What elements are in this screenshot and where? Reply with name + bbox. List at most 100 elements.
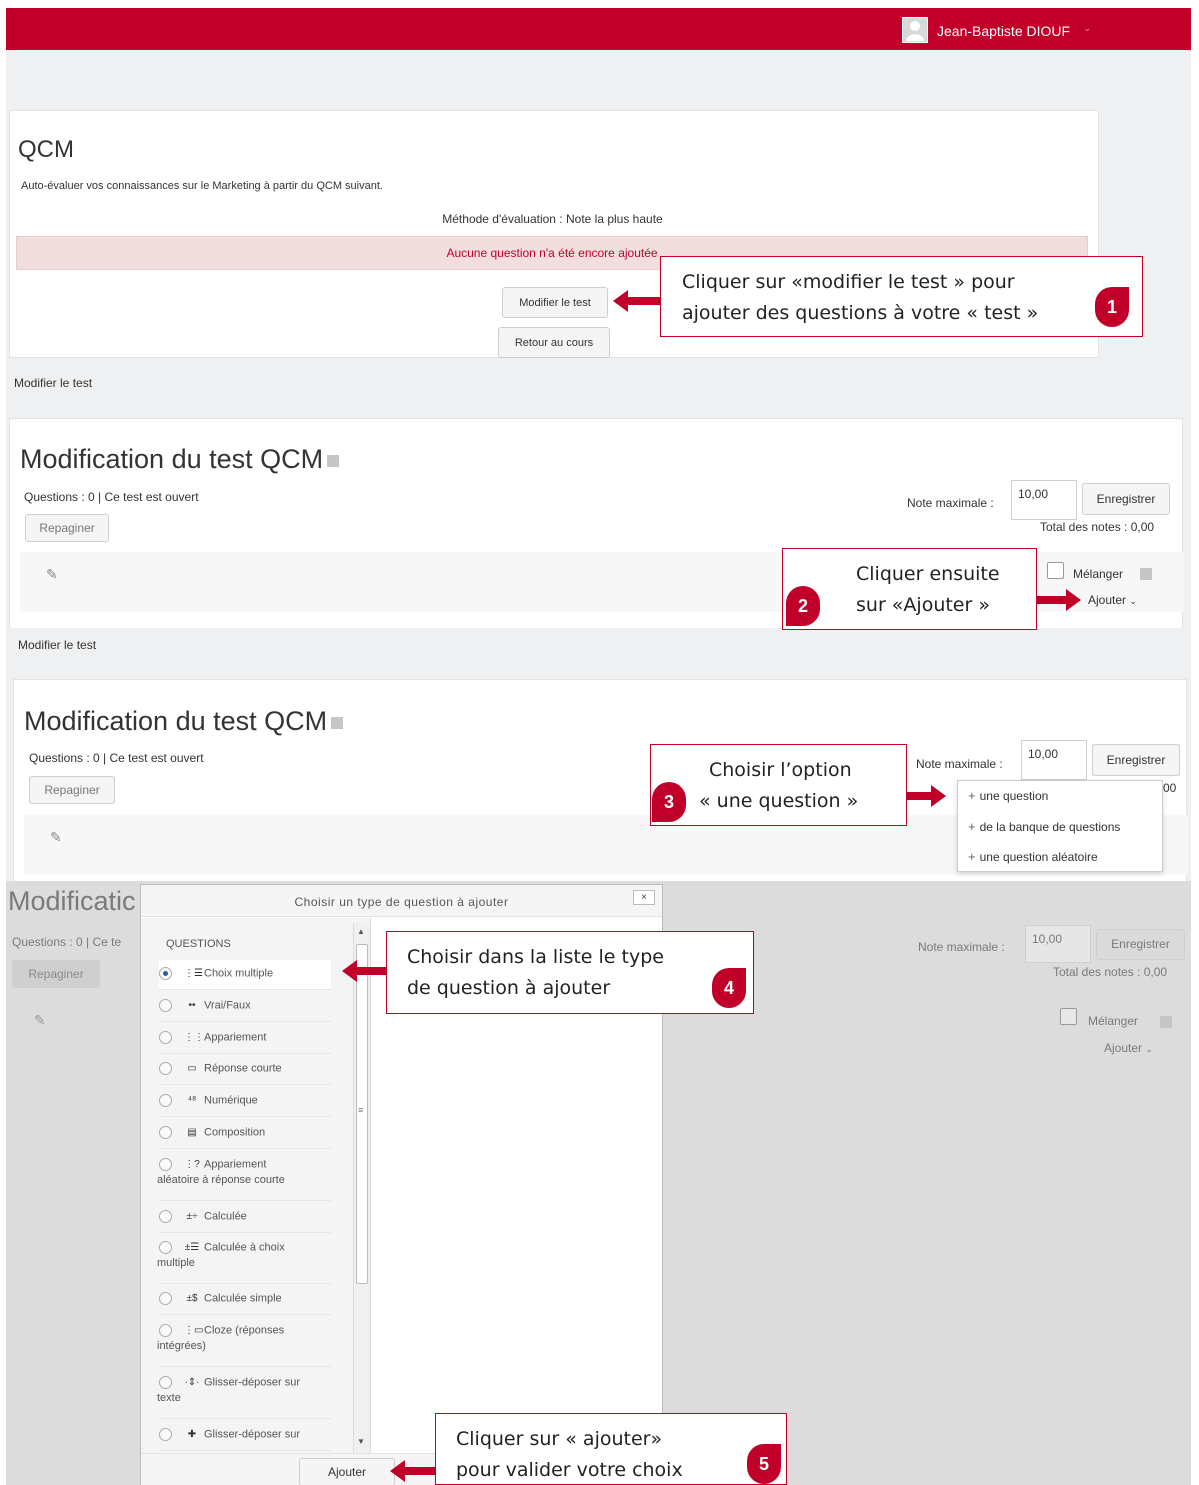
ddwtos-icon: ·⇕· [184,1377,200,1388]
pencil-icon: ✎ [34,1012,46,1028]
max-grade-input[interactable]: 10,00 [1021,740,1087,780]
question-type-label: Cloze (réponses [204,1324,285,1337]
questions-info-dimmed: Questions : 0 | Ce te [12,935,122,949]
question-type-radio[interactable] [159,1158,172,1171]
question-type-option[interactable]: ±÷ Calculée [159,1203,331,1233]
user-avatar-icon[interactable] [902,17,928,43]
question-type-label: Calculée à choix [204,1241,285,1254]
shuffle-label: Mélanger [1073,567,1124,581]
repaginate-button[interactable]: Repaginer [29,776,115,804]
grip-icon: ≡ [358,1105,364,1115]
question-type-label: Numérique [204,1094,258,1107]
question-type-label: Vrai/Faux [204,999,251,1012]
help-icon[interactable] [327,454,340,467]
add-dropdown-menu: + une question + de la banque de questions… [957,780,1163,872]
list-scrollbar[interactable]: ▲ ≡ ▼ [353,923,370,1453]
questions-section-header: QUESTIONS [166,938,231,950]
arrow-icon [613,290,661,312]
save-button[interactable]: Enregistrer [1082,483,1170,515]
save-button-dimmed: Enregistrer [1096,929,1185,960]
shuffle-checkbox[interactable] [1047,562,1064,579]
breadcrumb[interactable]: Modifier le test [18,638,96,652]
question-type-radio[interactable] [159,1292,172,1305]
question-type-radio[interactable] [159,1428,172,1441]
arrow-icon [907,785,946,807]
question-type-label: Calculée simple [204,1292,282,1305]
question-type-option[interactable]: ±☰ Calculée à choix multiple [157,1234,331,1284]
back-to-course-button[interactable]: Retour au cours [498,327,610,358]
question-type-radio[interactable] [159,967,172,980]
breadcrumb[interactable]: Modifier le test [14,376,92,390]
pencil-icon[interactable]: ✎ [50,829,62,846]
question-type-label-continued: texte [157,1392,181,1404]
repaginate-button-dimmed: Repaginer [12,960,100,988]
step-badge-3: 3 [652,782,686,822]
repaginate-button[interactable]: Repaginer [25,514,109,542]
question-type-option[interactable]: ·⇕· Glisser-déposer sur texte [157,1369,331,1419]
question-type-radio[interactable] [159,1062,172,1075]
user-menu-caret-icon[interactable]: ⌄ [1083,23,1091,34]
edit-quiz-button[interactable]: Modifier le test [502,287,608,318]
question-type-label: Glisser-déposer sur [204,1428,300,1441]
arrow-icon [342,960,387,982]
shuffle-help-icon [1160,1016,1172,1028]
calculated-icon: ±÷ [186,1211,198,1222]
callout-step-4: Choisir dans la liste le type de questio… [386,931,754,1014]
add-question-type-button[interactable]: Ajouter [299,1458,395,1485]
question-type-option[interactable]: ⋮⋮Appariement [159,1024,331,1054]
question-type-option[interactable]: ±$ Calculée simple [159,1285,331,1315]
question-type-option[interactable]: •• Vrai/Faux [159,992,331,1022]
total-grades-dimmed: Total des notes : 0,00 [1053,965,1168,979]
question-type-radio[interactable] [159,999,172,1012]
question-type-option[interactable]: ▭ Réponse courte [159,1055,331,1085]
pencil-icon[interactable]: ✎ [46,566,58,583]
question-type-label: Choix multiple [204,967,274,980]
grading-method: Méthode d'évaluation : Note la plus haut… [442,212,663,226]
shuffle-help-icon[interactable] [1140,568,1152,580]
plus-icon: + [968,788,976,803]
scroll-up-icon[interactable]: ▲ [357,927,365,936]
question-type-radio[interactable] [159,1376,172,1389]
page-title-dimmed: Modificatic [8,886,136,916]
shuffle-checkbox-dimmed [1060,1008,1077,1025]
scroll-thumb[interactable]: ≡ [356,944,368,1284]
question-type-option[interactable]: ⋮☰Choix multiple [159,960,331,990]
max-grade-label: Note maximale : [907,496,994,510]
user-menu-name[interactable]: Jean-Baptiste DIOUF [937,23,1070,39]
question-type-option[interactable]: ⋮▭Cloze (réponses intégrées) [157,1317,331,1367]
question-type-option[interactable]: ⁴⁸ Numérique [159,1087,331,1117]
plus-icon: + [968,819,976,834]
question-type-radio[interactable] [159,1126,172,1139]
cloze-icon: ⋮▭ [184,1325,204,1336]
close-icon[interactable]: × [633,890,655,905]
question-type-option[interactable]: ▤ Composition [159,1119,331,1149]
question-type-option[interactable]: ⋮? Appariement aléatoire à réponse courte [157,1151,331,1201]
arrow-icon [1037,589,1081,611]
plus-icon: + [968,849,976,864]
question-type-radio[interactable] [159,1324,172,1337]
shuffle-label-dimmed: Mélanger [1088,1014,1139,1028]
add-from-bank-item[interactable]: + de la banque de questions [968,819,1120,834]
add-new-question-item[interactable]: + une question [968,788,1048,803]
total-grades: Total des notes : 0,00 [1040,520,1155,534]
question-type-radio[interactable] [159,1210,172,1223]
callout-step-3: Choisir l’option « une question » [650,744,907,826]
max-grade-input-dimmed: 10,00 [1025,925,1091,963]
save-button[interactable]: Enregistrer [1092,744,1180,776]
question-type-radio[interactable] [159,1031,172,1044]
question-type-radio[interactable] [159,1241,172,1254]
dialog-title: Choisir un type de question à ajouter [294,895,509,909]
help-icon[interactable] [331,716,344,729]
add-menu[interactable]: Ajouter ⌄ [1088,593,1137,607]
question-type-option[interactable]: ✚ Glisser-déposer sur [159,1421,331,1451]
question-type-label: Appariement [204,1158,267,1171]
scroll-down-icon[interactable]: ▼ [357,1437,365,1446]
question-type-radio[interactable] [159,1094,172,1107]
quiz-title: QCM [18,136,74,163]
add-random-question-item[interactable]: + une question aléatoire [968,849,1098,864]
truefalse-icon: •• [188,1000,196,1011]
callout-step-2: Cliquer ensuite sur «Ajouter » [782,548,1037,630]
question-type-label: Composition [204,1126,266,1139]
step-badge-1: 1 [1095,287,1129,327]
max-grade-input[interactable]: 10,00 [1011,480,1077,520]
